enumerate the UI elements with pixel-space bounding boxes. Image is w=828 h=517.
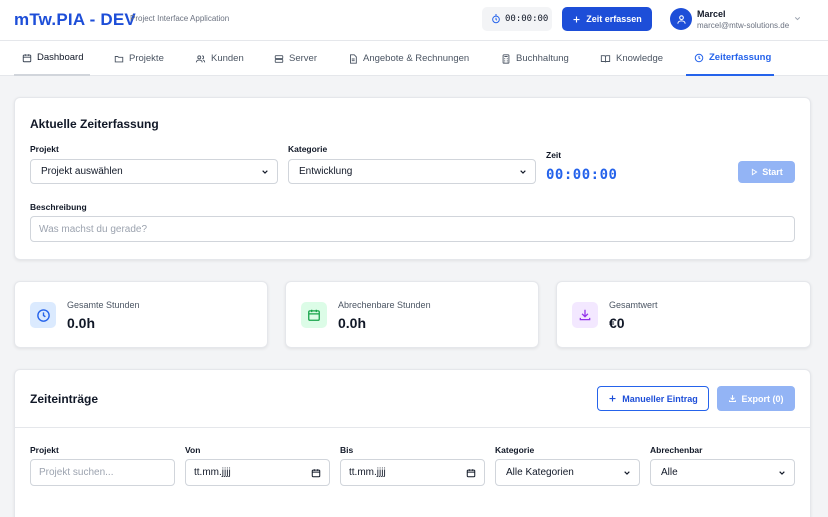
clock-icon [30, 302, 56, 328]
tab-projekte[interactable]: Projekte [114, 41, 164, 76]
filter-category-select[interactable]: Alle Kategorien [495, 459, 640, 486]
users-icon [195, 54, 206, 64]
current-tracking-title: Aktuelle Zeiterfassung [30, 117, 159, 131]
current-tracking-card: Aktuelle Zeiterfassung Projekt Projekt a… [14, 97, 811, 260]
server-icon [274, 54, 284, 64]
calendar-icon[interactable] [311, 468, 321, 478]
tab-server[interactable]: Server [274, 41, 317, 76]
clock-icon [694, 53, 704, 63]
description-input[interactable]: Was machst du gerade? [30, 216, 795, 242]
stat-value: 0.0h [67, 315, 96, 331]
stat-value: €0 [609, 315, 625, 331]
user-icon [676, 14, 687, 25]
filter-project-input[interactable]: Projekt suchen... [30, 459, 175, 486]
app-brand[interactable]: mTw.PIA - DEV [14, 10, 136, 30]
chevron-down-icon [261, 168, 269, 176]
chevron-down-icon [519, 168, 527, 176]
filter-from-date[interactable]: tt.mm.jjjj [185, 459, 330, 486]
category-label: Kategorie [288, 144, 328, 154]
stat-label: Gesamtwert [609, 300, 658, 310]
filter-to-label: Bis [340, 445, 354, 455]
book-icon [600, 54, 611, 64]
filter-category-label: Kategorie [495, 445, 535, 455]
export-button[interactable]: Export (0) [717, 386, 795, 411]
avatar[interactable] [670, 8, 692, 30]
current-timer: 00:00:00 [546, 167, 618, 183]
header-timer[interactable]: 00:00:00 [482, 7, 552, 31]
description-label: Beschreibung [30, 202, 87, 212]
time-label: Zeit [546, 150, 562, 160]
main-nav: Dashboard Projekte Kunden Server Angebot… [0, 40, 828, 76]
header-timer-value: 00:00:00 [505, 14, 549, 24]
add-time-button[interactable]: Zeit erfassen [562, 7, 652, 31]
app-header: mTw.PIA - DEV Project Interface Applicat… [0, 0, 828, 40]
filter-billable-select[interactable]: Alle [650, 459, 795, 486]
divider [15, 427, 810, 428]
plus-icon [572, 15, 581, 24]
filter-to-date[interactable]: tt.mm.jjjj [340, 459, 485, 486]
tab-dashboard[interactable]: Dashboard [14, 41, 90, 76]
project-select[interactable]: Projekt auswählen [30, 159, 278, 184]
start-button[interactable]: Start [738, 161, 795, 183]
tab-buchhaltung[interactable]: Buchhaltung [501, 41, 569, 76]
chevron-down-icon[interactable] [793, 14, 802, 23]
project-label: Projekt [30, 144, 59, 154]
filter-from-label: Von [185, 445, 201, 455]
download-icon [728, 394, 737, 403]
user-email: marcel@mtw-solutions.de [697, 21, 790, 30]
calculator-icon [501, 53, 511, 64]
add-time-label: Zeit erfassen [586, 14, 642, 24]
stat-card-total-hours: Gesamte Stunden 0.0h [14, 281, 268, 348]
user-name[interactable]: Marcel [697, 9, 726, 19]
folder-icon [114, 54, 124, 64]
stopwatch-icon [491, 14, 501, 24]
stat-card-total-value: Gesamtwert €0 [556, 281, 811, 348]
filter-project-label: Projekt [30, 445, 59, 455]
stat-value: 0.0h [338, 315, 367, 331]
manual-entry-button[interactable]: Manueller Eintrag [597, 386, 709, 411]
chevron-down-icon [778, 469, 786, 477]
tab-angebote-rechnungen[interactable]: Angebote & Rechnungen [348, 41, 469, 76]
app-subtitle: Project Interface Application [130, 14, 230, 23]
time-entries-title: Zeiteinträge [30, 392, 99, 406]
calendar-icon [22, 53, 32, 63]
stat-label: Abrechenbare Stunden [338, 300, 431, 310]
play-icon [750, 168, 758, 176]
chevron-down-icon [623, 469, 631, 477]
plus-icon [608, 394, 617, 403]
category-select[interactable]: Entwicklung [288, 159, 536, 184]
calendar-icon [301, 302, 327, 328]
stat-card-billable-hours: Abrechenbare Stunden 0.0h [285, 281, 539, 348]
filter-billable-label: Abrechenbar [650, 445, 703, 455]
time-entries-card: Zeiteinträge Manueller Eintrag Export (0… [14, 369, 811, 517]
download-icon [572, 302, 598, 328]
calendar-icon[interactable] [466, 468, 476, 478]
tab-zeiterfassung[interactable]: Zeiterfassung [686, 41, 774, 76]
stat-label: Gesamte Stunden [67, 300, 140, 310]
tab-kunden[interactable]: Kunden [195, 41, 244, 76]
document-icon [348, 53, 358, 64]
tab-knowledge[interactable]: Knowledge [600, 41, 663, 76]
